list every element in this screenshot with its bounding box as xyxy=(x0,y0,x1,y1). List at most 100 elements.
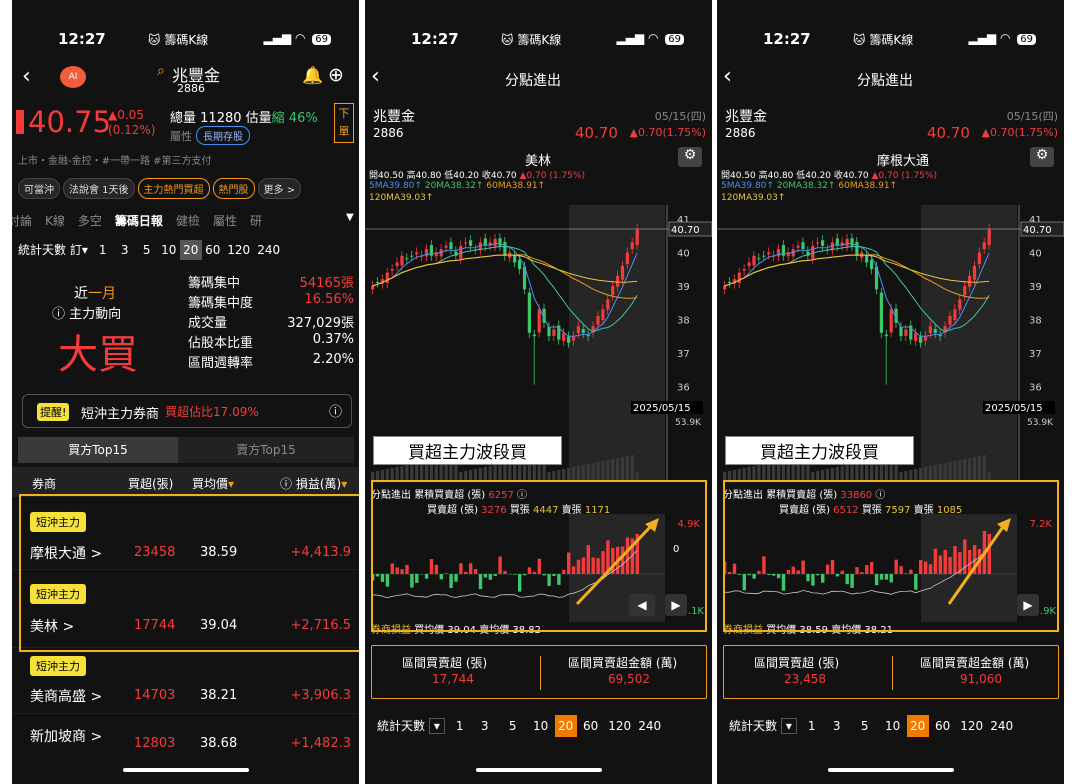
ma120: 120MA39.03↑ xyxy=(369,193,434,203)
day-60[interactable]: 60 xyxy=(929,719,957,733)
robot-icon[interactable]: AI xyxy=(60,66,86,88)
volume-bar xyxy=(415,463,419,480)
candle-body xyxy=(395,262,399,266)
back-icon[interactable]: ‹ xyxy=(723,64,732,89)
chip-hot-buy[interactable]: 主力熱門買超 xyxy=(137,178,210,199)
add-icon[interactable]: ⊕ xyxy=(328,64,344,86)
candle-body xyxy=(762,255,766,257)
home-indicator xyxy=(122,768,249,772)
status-bar: 12:27 🐱 籌碼K線 ▂▄▆ ◠ 69 xyxy=(12,0,359,58)
tab-health[interactable]: 健檢 xyxy=(176,214,200,228)
volume-bar xyxy=(904,471,908,480)
day-120[interactable]: 120 xyxy=(224,243,254,257)
status-app: 🐱 籌碼K線 xyxy=(853,33,914,47)
day-20[interactable]: 20 xyxy=(179,240,202,260)
chip-hot[interactable]: 熱門股 xyxy=(212,178,255,199)
candle-body xyxy=(576,326,580,334)
day-1[interactable]: 1 xyxy=(449,719,471,733)
tab-attr[interactable]: 屬性 xyxy=(213,214,237,228)
divider xyxy=(540,656,541,690)
chip-more[interactable]: 更多 > xyxy=(257,178,302,199)
col-pl[interactable]: ⓘ 損益(萬)▾ xyxy=(280,475,347,492)
tab-research[interactable]: 研 xyxy=(250,214,262,228)
alert-banner[interactable]: 提醒! 短沖主力券商 買超佔比17.09% ⓘ xyxy=(22,394,352,428)
day-3[interactable]: 3 xyxy=(471,719,499,733)
day-3[interactable]: 3 xyxy=(114,243,136,257)
tab-kline[interactable]: K線 xyxy=(45,214,65,228)
attr-tag[interactable]: 長期存股 xyxy=(196,126,250,145)
settings-icon[interactable]: ⚙ xyxy=(1030,147,1054,167)
price-tick: 40 xyxy=(677,248,690,259)
candle-body xyxy=(953,309,957,321)
summary-box: 區間買賣超 (張) 17,744 區間買賣超金額 (萬) 69,502 xyxy=(371,645,707,699)
day-5[interactable]: 5 xyxy=(136,243,158,257)
volume-bar xyxy=(963,459,967,480)
status-time: 12:27 xyxy=(763,30,811,48)
day-20[interactable]: 20 xyxy=(554,715,577,737)
day-5[interactable]: 5 xyxy=(851,719,879,733)
tab-dropdown-icon[interactable]: ▼ xyxy=(346,212,354,223)
tab-bullbear[interactable]: 多空 xyxy=(78,214,102,228)
volume-bar xyxy=(840,466,844,480)
status-time: 12:27 xyxy=(411,30,459,48)
order-button[interactable]: 下單 xyxy=(334,103,354,143)
sum-left-label: 區間買賣超 (張) xyxy=(402,656,488,670)
table-row[interactable]: 新加坡商 > 12803 38.68 +1,482.3 xyxy=(12,716,359,756)
sum-right-label: 區間買賣超金額 (萬) xyxy=(568,656,678,670)
est-label: 估量 xyxy=(245,111,272,126)
days-label: 統計天數 xyxy=(729,719,778,733)
volume-bar xyxy=(483,467,487,480)
price-tick: 40 xyxy=(1029,248,1042,259)
day-120[interactable]: 120 xyxy=(957,719,987,733)
volume-bar xyxy=(547,472,551,480)
day-60[interactable]: 60 xyxy=(577,719,605,733)
days-prefix[interactable]: 訂 xyxy=(70,243,82,257)
back-icon[interactable]: ‹ xyxy=(22,64,31,89)
day-5[interactable]: 5 xyxy=(499,719,527,733)
settings-icon[interactable]: ⚙ xyxy=(678,147,702,167)
price-tick: 38 xyxy=(1029,315,1042,326)
ma60: 60MA38.91↑ xyxy=(486,181,546,191)
day-60[interactable]: 60 xyxy=(202,243,224,257)
tab-top-buy[interactable]: 買方Top15 xyxy=(18,437,178,463)
day-120[interactable]: 120 xyxy=(605,719,635,733)
day-10[interactable]: 10 xyxy=(879,719,907,733)
highlight-box xyxy=(371,480,707,632)
day-20[interactable]: 20 xyxy=(906,715,929,737)
day-240[interactable]: 240 xyxy=(987,719,1017,733)
day-1[interactable]: 1 xyxy=(92,243,114,257)
ma5: 5MA39.80↑ xyxy=(721,181,774,191)
chip-meeting[interactable]: 法說會 1天後 xyxy=(63,178,135,199)
table-row[interactable]: 短沖主力 美商高盛 > 14703 38.21 +3,906.3 xyxy=(12,650,359,714)
tab-discuss[interactable]: 討論 xyxy=(12,214,32,228)
stat-value: 16.56% xyxy=(304,292,354,307)
day-3[interactable]: 3 xyxy=(823,719,851,733)
col-buy[interactable]: 買超(張) xyxy=(128,475,173,492)
candle-body xyxy=(757,258,761,260)
search-icon[interactable]: ⌕ xyxy=(157,63,165,79)
chip-daytrade[interactable]: 可當沖 xyxy=(18,178,60,199)
day-10[interactable]: 10 xyxy=(158,243,180,257)
direction-label-text: 主力動向 xyxy=(69,307,122,322)
col-avg[interactable]: 買均價▾ xyxy=(192,475,234,492)
tab-chip-daily[interactable]: 籌碼日報 xyxy=(115,214,163,228)
candle-body xyxy=(469,240,473,246)
candle-body xyxy=(410,255,414,257)
day-240[interactable]: 240 xyxy=(254,243,284,257)
candle-body xyxy=(742,269,746,271)
day-240[interactable]: 240 xyxy=(635,719,665,733)
info-icon[interactable]: ⓘ xyxy=(329,401,342,420)
back-icon[interactable]: ‹ xyxy=(371,64,380,89)
bell-icon[interactable]: 🔔 xyxy=(302,66,323,86)
period-value: 一月 xyxy=(88,286,116,302)
candle-body xyxy=(527,292,531,333)
price-tick: 38 xyxy=(677,315,690,326)
day-1[interactable]: 1 xyxy=(801,719,823,733)
stat-value: 54165張 xyxy=(299,276,354,291)
candle-body xyxy=(904,329,908,336)
summary-box: 區間買賣超 (張) 23,458 區間買賣超金額 (萬) 91,060 xyxy=(723,645,1059,699)
tab-top-sell[interactable]: 賣方Top15 xyxy=(178,437,354,463)
alert-red: 買超佔比17.09% xyxy=(165,405,259,419)
day-10[interactable]: 10 xyxy=(527,719,555,733)
candle-body xyxy=(855,241,859,256)
